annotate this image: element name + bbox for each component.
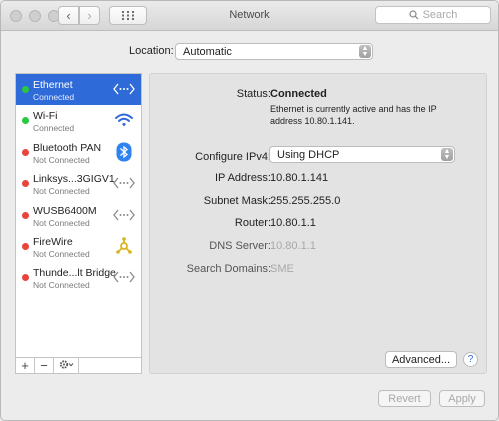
- network-preferences-window: ‹ › Network Search Location: Automatic ▲…: [0, 0, 499, 421]
- status-label: Status:: [236, 88, 271, 100]
- remove-service-button[interactable]: −: [35, 358, 54, 373]
- status-dot-icon: [22, 274, 29, 282]
- ip-address-label: IP Address:: [214, 172, 271, 184]
- service-status: Not Connected: [33, 249, 90, 259]
- configure-ipv4-popup[interactable]: Using DHCP ▲ ▼: [269, 146, 455, 163]
- service-item[interactable]: Linksys...3GIGV1 Not Connected: [16, 168, 141, 199]
- service-name: WUSB6400M: [33, 204, 97, 217]
- status-dot-icon: [22, 86, 29, 93]
- service-item[interactable]: Bluetooth PAN Not Connected: [16, 137, 141, 168]
- search-field[interactable]: Search: [375, 6, 491, 24]
- service-status: Connected: [33, 123, 75, 134]
- service-name: FireWire: [33, 236, 73, 248]
- service-item[interactable]: Thunde...lt Bridge Not Connected: [16, 262, 141, 293]
- location-label: Location:: [129, 45, 174, 57]
- subnet-mask-value: 255.255.255.0: [270, 195, 341, 207]
- service-name: Bluetooth PAN: [33, 141, 102, 154]
- status-dot-icon: [22, 117, 29, 125]
- service-status: Not Connected: [33, 154, 90, 165]
- ethernet-icon: [113, 79, 135, 99]
- service-status: Not Connected: [33, 186, 90, 197]
- service-name: Ethernet: [33, 79, 73, 91]
- add-service-button[interactable]: +: [16, 358, 35, 373]
- router-label: Router:: [234, 217, 271, 229]
- dns-server-value: 10.80.1.1: [270, 240, 316, 252]
- service-item[interactable]: Wi-Fi Connected: [16, 105, 141, 136]
- service-name: Wi-Fi: [33, 110, 58, 123]
- search-icon: [408, 10, 418, 20]
- subnet-mask-label: Subnet Mask:: [203, 195, 271, 207]
- status-dot-icon: [22, 148, 29, 156]
- service-status: Not Connected: [33, 280, 90, 291]
- service-name: Linksys...3GIGV1: [33, 173, 115, 186]
- popup-arrows-icon: ▲ ▼: [441, 148, 453, 161]
- advanced-button[interactable]: Advanced...: [385, 351, 457, 368]
- status-dot-icon: [22, 180, 29, 188]
- service-status: Connected: [33, 92, 75, 102]
- status-value: Connected: [270, 88, 327, 100]
- router-value: 10.80.1.1: [270, 217, 316, 229]
- search-placeholder: Search: [422, 9, 458, 21]
- status-dot-icon: [22, 243, 29, 250]
- apply-button[interactable]: Apply: [439, 390, 485, 407]
- wifi-icon: [113, 110, 135, 130]
- dns-server-label: DNS Server:: [209, 240, 271, 252]
- gear-icon: [59, 360, 73, 369]
- service-status: Not Connected: [33, 217, 90, 228]
- revert-button[interactable]: Revert: [378, 390, 431, 407]
- detail-panel: Status: Connected Ethernet is currently …: [149, 73, 487, 374]
- firewire-icon: [113, 236, 135, 256]
- ethernet-icon: [113, 205, 135, 225]
- location-value: Automatic: [183, 45, 232, 58]
- help-button[interactable]: ?: [463, 352, 478, 367]
- service-list-controls: + −: [15, 357, 142, 374]
- service-item[interactable]: Ethernet Connected: [16, 74, 141, 105]
- ip-address-value: 10.80.1.141: [270, 172, 329, 184]
- status-dot-icon: [22, 211, 29, 219]
- action-menu-button[interactable]: [54, 358, 79, 373]
- ethernet-icon: [113, 267, 135, 287]
- ethernet-icon: [113, 173, 135, 193]
- service-item[interactable]: WUSB6400M Not Connected: [16, 200, 141, 231]
- service-item[interactable]: FireWire Not Connected: [16, 231, 141, 262]
- service-list: Ethernet Connected Wi-Fi Connected Bluetooth…: [15, 73, 142, 374]
- popup-arrows-icon: ▲ ▼: [359, 45, 371, 58]
- service-name: Thunde...lt Bridge: [33, 267, 116, 280]
- status-note: Ethernet is currently active and has the…: [270, 104, 437, 126]
- configure-ipv4-label: Configure IPv4:: [195, 151, 271, 163]
- search-domains-label: Search Domains:: [186, 263, 271, 275]
- bluetooth-icon: [113, 142, 135, 162]
- search-domains-value: SME: [270, 263, 294, 275]
- title-bar: ‹ › Network Search: [1, 1, 498, 31]
- location-popup[interactable]: Automatic ▲ ▼: [175, 43, 373, 60]
- configure-ipv4-value: Using DHCP: [277, 148, 340, 161]
